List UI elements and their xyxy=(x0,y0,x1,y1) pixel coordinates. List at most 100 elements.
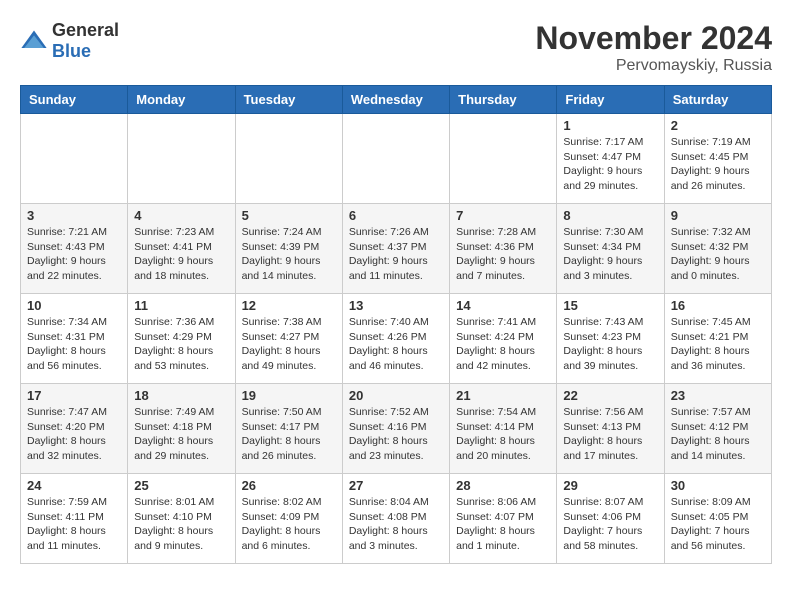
calendar-cell: 13 Sunrise: 7:40 AMSunset: 4:26 PMDayligh… xyxy=(342,294,449,384)
day-info: Sunrise: 7:26 AMSunset: 4:37 PMDaylight:… xyxy=(349,225,443,284)
day-number: 15 xyxy=(563,298,657,313)
day-info: Sunrise: 8:09 AMSunset: 4:05 PMDaylight:… xyxy=(671,495,765,554)
calendar-cell: 25 Sunrise: 8:01 AMSunset: 4:10 PMDayligh… xyxy=(128,474,235,564)
calendar-cell: 6 Sunrise: 7:26 AMSunset: 4:37 PMDaylight… xyxy=(342,204,449,294)
day-number: 22 xyxy=(563,388,657,403)
day-info: Sunrise: 7:41 AMSunset: 4:24 PMDaylight:… xyxy=(456,315,550,374)
calendar-cell: 11Sunrise: 7:36 AMSunset: 4:29 PMDayligh… xyxy=(128,294,235,384)
calendar-cell: 16 Sunrise: 7:45 AMSunset: 4:21 PMDayligh… xyxy=(664,294,771,384)
day-info: Sunrise: 8:01 AMSunset: 4:10 PMDaylight:… xyxy=(134,495,228,554)
day-info: Sunrise: 7:38 AMSunset: 4:27 PMDaylight:… xyxy=(242,315,336,374)
day-number: 4 xyxy=(134,208,228,223)
calendar-cell: 27Sunrise: 8:04 AMSunset: 4:08 PMDayligh… xyxy=(342,474,449,564)
calendar-cell: 7Sunrise: 7:28 AMSunset: 4:36 PMDaylight… xyxy=(450,204,557,294)
week-row-4: 17 Sunrise: 7:47 AMSunset: 4:20 PMDayligh… xyxy=(21,384,772,474)
weekday-thursday: Thursday xyxy=(450,86,557,114)
week-row-5: 24Sunrise: 7:59 AMSunset: 4:11 PMDayligh… xyxy=(21,474,772,564)
calendar-cell: 20 Sunrise: 7:52 AMSunset: 4:16 PMDayligh… xyxy=(342,384,449,474)
day-number: 16 xyxy=(671,298,765,313)
logo-general: General xyxy=(52,20,119,40)
day-info: Sunrise: 7:43 AMSunset: 4:23 PMDaylight:… xyxy=(563,315,657,374)
day-number: 8 xyxy=(563,208,657,223)
calendar-cell: 29Sunrise: 8:07 AMSunset: 4:06 PMDayligh… xyxy=(557,474,664,564)
logo: General Blue xyxy=(20,20,119,62)
day-number: 2 xyxy=(671,118,765,133)
calendar-cell xyxy=(128,114,235,204)
week-row-1: 1 Sunrise: 7:17 AMSunset: 4:47 PMDaylight… xyxy=(21,114,772,204)
calendar-cell: 3Sunrise: 7:21 AMSunset: 4:43 PMDaylight… xyxy=(21,204,128,294)
day-info: Sunrise: 7:19 AMSunset: 4:45 PMDaylight:… xyxy=(671,135,765,194)
day-number: 25 xyxy=(134,478,228,493)
weekday-sunday: Sunday xyxy=(21,86,128,114)
calendar-cell: 10 Sunrise: 7:34 AMSunset: 4:31 PMDayligh… xyxy=(21,294,128,384)
day-number: 11 xyxy=(134,298,228,313)
calendar-cell: 18 Sunrise: 7:49 AMSunset: 4:18 PMDayligh… xyxy=(128,384,235,474)
calendar-cell xyxy=(342,114,449,204)
title-block: November 2024 Pervomayskiy, Russia xyxy=(535,20,772,75)
day-info: Sunrise: 7:40 AMSunset: 4:26 PMDaylight:… xyxy=(349,315,443,374)
calendar-cell: 9 Sunrise: 7:32 AMSunset: 4:32 PMDaylight… xyxy=(664,204,771,294)
calendar-cell: 26 Sunrise: 8:02 AMSunset: 4:09 PMDayligh… xyxy=(235,474,342,564)
month-title: November 2024 xyxy=(535,20,772,57)
week-row-2: 3Sunrise: 7:21 AMSunset: 4:43 PMDaylight… xyxy=(21,204,772,294)
day-number: 18 xyxy=(134,388,228,403)
day-info: Sunrise: 7:49 AMSunset: 4:18 PMDaylight:… xyxy=(134,405,228,464)
day-number: 6 xyxy=(349,208,443,223)
day-info: Sunrise: 7:57 AMSunset: 4:12 PMDaylight:… xyxy=(671,405,765,464)
day-info: Sunrise: 7:30 AMSunset: 4:34 PMDaylight:… xyxy=(563,225,657,284)
day-number: 26 xyxy=(242,478,336,493)
calendar-table: SundayMondayTuesdayWednesdayThursdayFrid… xyxy=(20,85,772,564)
weekday-saturday: Saturday xyxy=(664,86,771,114)
logo-blue: Blue xyxy=(52,41,91,61)
calendar-cell: 21Sunrise: 7:54 AMSunset: 4:14 PMDayligh… xyxy=(450,384,557,474)
day-info: Sunrise: 7:56 AMSunset: 4:13 PMDaylight:… xyxy=(563,405,657,464)
weekday-wednesday: Wednesday xyxy=(342,86,449,114)
day-number: 21 xyxy=(456,388,550,403)
day-number: 12 xyxy=(242,298,336,313)
day-number: 5 xyxy=(242,208,336,223)
day-info: Sunrise: 8:04 AMSunset: 4:08 PMDaylight:… xyxy=(349,495,443,554)
day-number: 17 xyxy=(27,388,121,403)
day-info: Sunrise: 7:34 AMSunset: 4:31 PMDaylight:… xyxy=(27,315,121,374)
day-info: Sunrise: 7:32 AMSunset: 4:32 PMDaylight:… xyxy=(671,225,765,284)
day-info: Sunrise: 7:17 AMSunset: 4:47 PMDaylight:… xyxy=(563,135,657,194)
page-header: General Blue November 2024 Pervomayskiy,… xyxy=(20,20,772,75)
day-info: Sunrise: 7:24 AMSunset: 4:39 PMDaylight:… xyxy=(242,225,336,284)
weekday-tuesday: Tuesday xyxy=(235,86,342,114)
day-number: 13 xyxy=(349,298,443,313)
day-number: 19 xyxy=(242,388,336,403)
day-info: Sunrise: 7:52 AMSunset: 4:16 PMDaylight:… xyxy=(349,405,443,464)
day-info: Sunrise: 8:06 AMSunset: 4:07 PMDaylight:… xyxy=(456,495,550,554)
calendar-cell xyxy=(235,114,342,204)
calendar-cell: 14Sunrise: 7:41 AMSunset: 4:24 PMDayligh… xyxy=(450,294,557,384)
calendar-cell xyxy=(21,114,128,204)
day-number: 30 xyxy=(671,478,765,493)
day-number: 10 xyxy=(27,298,121,313)
calendar-cell: 4 Sunrise: 7:23 AMSunset: 4:41 PMDaylight… xyxy=(128,204,235,294)
day-info: Sunrise: 8:02 AMSunset: 4:09 PMDaylight:… xyxy=(242,495,336,554)
day-number: 7 xyxy=(456,208,550,223)
day-info: Sunrise: 7:59 AMSunset: 4:11 PMDaylight:… xyxy=(27,495,121,554)
calendar-cell: 23 Sunrise: 7:57 AMSunset: 4:12 PMDayligh… xyxy=(664,384,771,474)
day-number: 28 xyxy=(456,478,550,493)
calendar-cell: 28 Sunrise: 8:06 AMSunset: 4:07 PMDayligh… xyxy=(450,474,557,564)
calendar-cell: 8 Sunrise: 7:30 AMSunset: 4:34 PMDaylight… xyxy=(557,204,664,294)
day-number: 1 xyxy=(563,118,657,133)
day-number: 20 xyxy=(349,388,443,403)
day-info: Sunrise: 7:50 AMSunset: 4:17 PMDaylight:… xyxy=(242,405,336,464)
calendar-cell xyxy=(450,114,557,204)
calendar-header-row: SundayMondayTuesdayWednesdayThursdayFrid… xyxy=(21,86,772,114)
day-number: 29 xyxy=(563,478,657,493)
calendar-cell: 12 Sunrise: 7:38 AMSunset: 4:27 PMDayligh… xyxy=(235,294,342,384)
day-info: Sunrise: 7:45 AMSunset: 4:21 PMDaylight:… xyxy=(671,315,765,374)
day-number: 23 xyxy=(671,388,765,403)
week-row-3: 10 Sunrise: 7:34 AMSunset: 4:31 PMDayligh… xyxy=(21,294,772,384)
weekday-friday: Friday xyxy=(557,86,664,114)
location-title: Pervomayskiy, Russia xyxy=(535,57,772,75)
day-info: Sunrise: 7:23 AMSunset: 4:41 PMDaylight:… xyxy=(134,225,228,284)
calendar-cell: 17 Sunrise: 7:47 AMSunset: 4:20 PMDayligh… xyxy=(21,384,128,474)
calendar-cell: 19 Sunrise: 7:50 AMSunset: 4:17 PMDayligh… xyxy=(235,384,342,474)
calendar-cell: 22 Sunrise: 7:56 AMSunset: 4:13 PMDayligh… xyxy=(557,384,664,474)
day-number: 9 xyxy=(671,208,765,223)
day-info: Sunrise: 7:47 AMSunset: 4:20 PMDaylight:… xyxy=(27,405,121,464)
